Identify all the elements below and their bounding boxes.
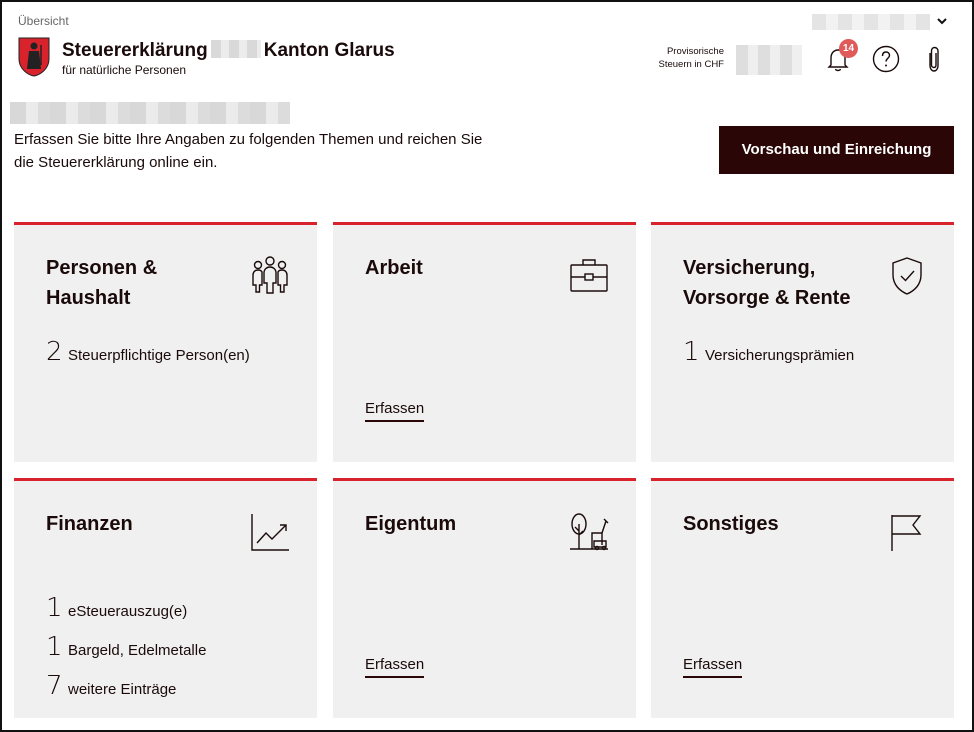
list-item[interactable]: 1 Versicherungsprämien bbox=[683, 337, 854, 376]
card-items: 2 Steuerpflichtige Person(en) bbox=[46, 337, 250, 376]
item-count: 1 bbox=[46, 632, 63, 662]
item-label: Bargeld, Edelmetalle bbox=[68, 642, 207, 659]
card-finanzen[interactable]: Finanzen 1 eSteuerauszug(e) 1 Bargeld, E… bbox=[14, 478, 317, 718]
title-left: Steuererklärung bbox=[62, 40, 208, 61]
card-personen-haushalt[interactable]: Personen & Haushalt 2 Steuerpflichtige P… bbox=[14, 222, 317, 462]
card-versicherung[interactable]: Versicherung, Vorsorge & Rente 1 Versich… bbox=[651, 222, 954, 462]
shield-check-icon bbox=[892, 257, 922, 295]
card-title: Eigentum bbox=[365, 513, 457, 535]
glarus-crest-icon bbox=[18, 37, 50, 77]
item-label: Versicherungsprämien bbox=[705, 347, 855, 364]
card-items: 1 Versicherungsprämien bbox=[683, 337, 854, 376]
item-count: 7 bbox=[46, 671, 63, 701]
taxpayer-name bbox=[10, 102, 290, 124]
card-sonstiges[interactable]: Sonstiges Erfassen bbox=[651, 478, 954, 718]
item-count: 1 bbox=[683, 337, 700, 367]
provisional-tax-value bbox=[736, 45, 802, 75]
chevron-down-icon[interactable] bbox=[935, 14, 949, 28]
page-subtitle: für natürliche Personen bbox=[62, 63, 187, 77]
notification-badge[interactable]: 14 bbox=[839, 39, 858, 58]
user-menu[interactable] bbox=[812, 14, 930, 30]
list-item[interactable]: 2 Steuerpflichtige Person(en) bbox=[46, 337, 250, 376]
card-title: Finanzen bbox=[46, 513, 133, 535]
help-icon[interactable] bbox=[871, 44, 901, 74]
card-arbeit[interactable]: Arbeit Erfassen bbox=[333, 222, 636, 462]
chart-icon bbox=[251, 514, 289, 551]
list-item[interactable]: 7 weitere Einträge bbox=[46, 671, 206, 710]
list-item[interactable]: 1 eSteuerauszug(e) bbox=[46, 593, 206, 632]
list-item[interactable]: 1 Bargeld, Edelmetalle bbox=[46, 632, 206, 671]
provisional-tax-label: Provisorische Steuern in CHF bbox=[658, 46, 724, 70]
flag-icon bbox=[891, 515, 922, 551]
erfassen-link[interactable]: Erfassen bbox=[365, 656, 425, 678]
people-icon bbox=[252, 256, 288, 294]
item-label: Steuerpflichtige Person(en) bbox=[68, 347, 250, 364]
card-title: Sonstiges bbox=[683, 513, 779, 535]
erfassen-link[interactable]: Erfassen bbox=[365, 400, 425, 422]
card-items: 1 eSteuerauszug(e) 1 Bargeld, Edelmetall… bbox=[46, 593, 206, 710]
item-count: 2 bbox=[46, 337, 63, 367]
item-label: eSteuerauszug(e) bbox=[68, 603, 188, 620]
card-title: Personen & Haushalt bbox=[46, 257, 158, 309]
redacted-year bbox=[210, 40, 261, 58]
title-right: Kanton Glarus bbox=[263, 40, 395, 61]
paperclip-icon[interactable] bbox=[919, 44, 949, 74]
card-eigentum[interactable]: Eigentum Erfassen bbox=[333, 478, 636, 718]
card-title: Versicherung, Vorsorge & Rente bbox=[683, 257, 851, 309]
erfassen-link[interactable]: Erfassen bbox=[683, 656, 743, 678]
card-title: Arbeit bbox=[365, 257, 423, 279]
page-title: Steuererklärung Kanton Glarus bbox=[62, 40, 395, 62]
preview-submit-button[interactable]: Vorschau und Einreichung bbox=[719, 126, 954, 174]
intro-text: Erfassen Sie bitte Ihre Angaben zu folge… bbox=[14, 131, 483, 171]
breadcrumb[interactable]: Übersicht bbox=[18, 14, 69, 28]
item-label: weitere Einträge bbox=[68, 681, 177, 698]
briefcase-icon bbox=[570, 259, 608, 292]
item-count: 1 bbox=[46, 593, 63, 623]
property-icon bbox=[570, 513, 609, 551]
